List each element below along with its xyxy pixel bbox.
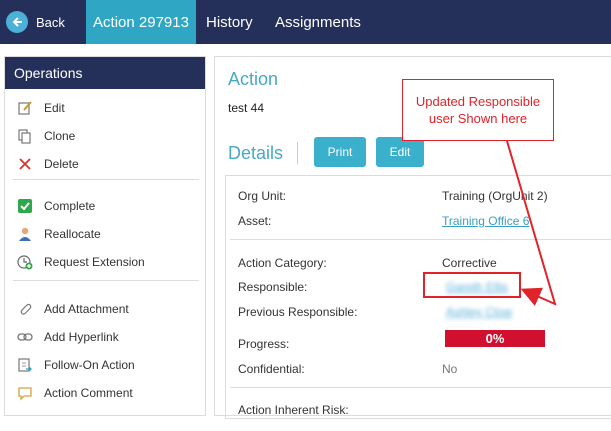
org-unit-label: Org Unit: bbox=[238, 189, 287, 203]
details-divider bbox=[230, 239, 611, 240]
sidebar-item-delete[interactable]: Delete bbox=[17, 154, 79, 174]
sidebar-item-action-comment[interactable]: Action Comment bbox=[17, 383, 133, 403]
previous-responsible-link[interactable]: Ashley Clow bbox=[446, 305, 512, 319]
action-heading: Action bbox=[228, 69, 279, 89]
action-category-label: Action Category: bbox=[238, 256, 327, 270]
sidebar-item-complete[interactable]: Complete bbox=[17, 196, 95, 216]
sidebar-item-label: Delete bbox=[44, 157, 79, 171]
sidebar-item-label: Add Hyperlink bbox=[44, 330, 119, 344]
progress-bar: 0% bbox=[445, 330, 545, 347]
sidebar-item-label: Reallocate bbox=[44, 227, 101, 241]
asset-link[interactable]: Training Office 6 bbox=[442, 214, 529, 228]
check-icon bbox=[17, 198, 33, 214]
print-button[interactable]: Print bbox=[314, 137, 366, 167]
sidebar-item-label: Add Attachment bbox=[44, 302, 129, 316]
details-heading: Details bbox=[228, 143, 284, 163]
hyperlink-icon bbox=[17, 329, 33, 345]
operations-sidebar: Operations Edit Clone Delete Complete Re… bbox=[4, 56, 206, 416]
inherent-risk-label: Action Inherent Risk: bbox=[238, 403, 349, 417]
tab-assignments[interactable]: Assignments bbox=[275, 0, 361, 44]
heading-divider bbox=[297, 142, 298, 164]
org-unit-value: Training (OrgUnit 2) bbox=[442, 189, 548, 203]
sidebar-item-label: Request Extension bbox=[44, 255, 145, 269]
top-navigation: Back Action 297913 History Assignments bbox=[0, 0, 611, 44]
confidential-value: No bbox=[442, 362, 458, 376]
sidebar-item-label: Action Comment bbox=[44, 386, 133, 400]
previous-responsible-label: Previous Responsible: bbox=[238, 305, 358, 319]
sidebar-item-add-attachment[interactable]: Add Attachment bbox=[17, 299, 129, 319]
sidebar-divider bbox=[13, 179, 199, 180]
sidebar-item-label: Edit bbox=[44, 101, 65, 115]
tab-action[interactable]: Action 297913 bbox=[86, 0, 196, 44]
sidebar-item-add-hyperlink[interactable]: Add Hyperlink bbox=[17, 327, 119, 347]
confidential-label: Confidential: bbox=[238, 362, 305, 376]
sidebar-item-edit[interactable]: Edit bbox=[17, 98, 65, 118]
responsible-label: Responsible: bbox=[238, 280, 308, 294]
back-arrow-icon bbox=[6, 11, 28, 33]
sidebar-divider bbox=[13, 280, 199, 281]
edit-button[interactable]: Edit bbox=[376, 137, 424, 167]
sidebar-item-clone[interactable]: Clone bbox=[17, 126, 75, 146]
sidebar-item-reallocate[interactable]: Reallocate bbox=[17, 224, 101, 244]
details-divider bbox=[230, 387, 611, 388]
edit-icon bbox=[17, 100, 33, 116]
clock-plus-icon bbox=[17, 254, 33, 270]
back-button[interactable]: Back bbox=[6, 8, 65, 36]
delete-icon bbox=[17, 156, 33, 172]
tab-history[interactable]: History bbox=[206, 0, 253, 44]
sidebar-item-follow-on-action[interactable]: Follow-On Action bbox=[17, 355, 135, 375]
sidebar-item-label: Clone bbox=[44, 129, 76, 143]
action-description: test 44 bbox=[228, 101, 265, 115]
progress-label: Progress: bbox=[238, 337, 290, 351]
paperclip-icon bbox=[17, 301, 33, 317]
back-label: Back bbox=[36, 14, 65, 30]
sidebar-item-label: Follow-On Action bbox=[44, 358, 135, 372]
asset-label: Asset: bbox=[238, 214, 272, 228]
clone-icon bbox=[17, 128, 33, 144]
operations-title: Operations bbox=[5, 57, 205, 89]
action-category-value: Corrective bbox=[442, 256, 497, 270]
responsible-highlight-box bbox=[423, 272, 521, 298]
follow-on-icon bbox=[17, 357, 33, 373]
sidebar-item-request-extension[interactable]: Request Extension bbox=[17, 252, 145, 272]
user-icon bbox=[17, 226, 33, 242]
sidebar-item-label: Complete bbox=[44, 199, 96, 213]
details-box: Org Unit: Training (OrgUnit 2) Asset: Tr… bbox=[225, 175, 611, 419]
comment-icon bbox=[17, 385, 33, 401]
annotation-callout: Updated Responsible user Shown here bbox=[402, 79, 554, 141]
